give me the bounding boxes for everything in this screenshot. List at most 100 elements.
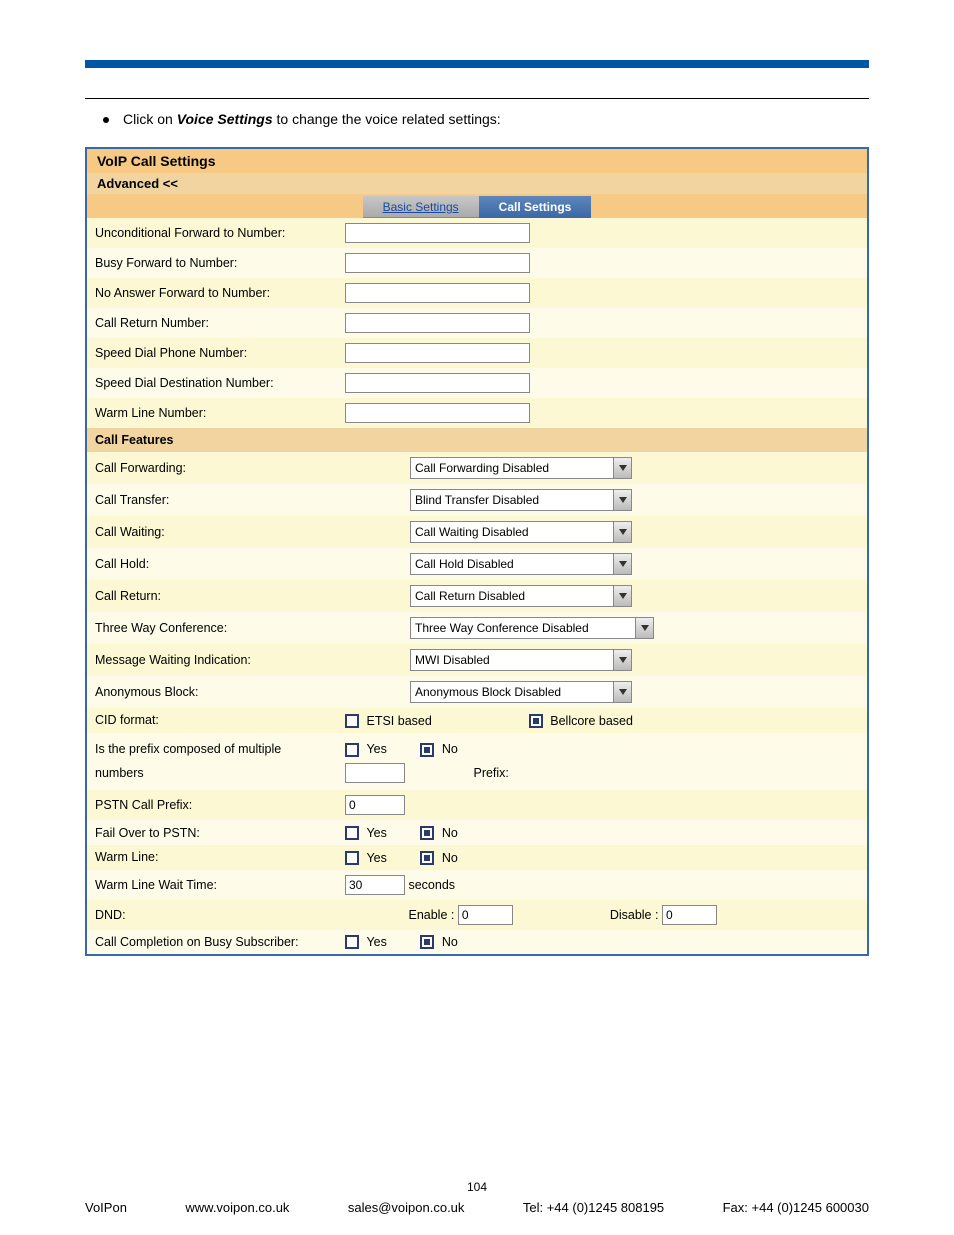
select-anonymous-block[interactable]: Anonymous Block Disabled [410,681,632,703]
voip-settings-panel: VoIP Call Settings Advanced << Basic Set… [85,147,869,956]
page-number: 104 [85,1180,869,1194]
label-call-transfer: Call Transfer: [87,484,337,516]
select-call-transfer-value: Blind Transfer Disabled [411,490,613,510]
input-speed-dial-dest[interactable] [345,373,530,393]
select-call-forwarding[interactable]: Call Forwarding Disabled [410,457,632,479]
radio-prefix-no-label: No [442,742,458,756]
chevron-down-icon [613,682,631,702]
label-call-return: Call Return: [87,580,337,612]
label-unconditional-forward: Unconditional Forward to Number: [87,218,337,248]
bullet-prefix: Click on [123,111,177,127]
radio-callcomp-no[interactable] [420,935,434,949]
tab-row: Basic SettingsCall Settings [87,194,867,218]
tab-call-settings[interactable]: Call Settings [479,196,592,218]
radio-cid-bellcore[interactable] [529,714,543,728]
footer-fax: Fax: +44 (0)1245 600030 [723,1200,869,1215]
radio-warm-no-label: No [442,851,458,865]
input-warm-line-number[interactable] [345,403,530,423]
label-speed-dial-dest: Speed Dial Destination Number: [87,368,337,398]
warm-time-unit: seconds [408,878,455,892]
top-divider [85,98,869,99]
input-busy-forward[interactable] [345,253,530,273]
radio-warm-yes-label: Yes [366,851,386,865]
radio-callcomp-yes-label: Yes [366,935,386,949]
label-speed-dial-phone: Speed Dial Phone Number: [87,338,337,368]
tab-basic-settings[interactable]: Basic Settings [363,196,479,218]
label-mwi: Message Waiting Indication: [87,644,337,676]
select-mwi-value: MWI Disabled [411,650,613,670]
label-failover-pstn: Fail Over to PSTN: [87,820,337,845]
radio-cid-bellcore-label: Bellcore based [550,714,633,728]
advanced-toggle[interactable]: Advanced << [87,173,867,194]
input-dnd-disable[interactable] [662,905,717,925]
label-call-waiting: Call Waiting: [87,516,337,548]
chevron-down-icon [613,490,631,510]
select-call-return[interactable]: Call Return Disabled [410,585,632,607]
chevron-down-icon [613,522,631,542]
panel-title: VoIP Call Settings [87,149,867,173]
bullet-suffix: to change the voice related settings: [277,111,501,127]
chevron-down-icon [613,586,631,606]
radio-failover-yes-label: Yes [366,826,386,840]
input-no-answer-forward[interactable] [345,283,530,303]
chevron-down-icon [613,650,631,670]
input-speed-dial-phone[interactable] [345,343,530,363]
radio-cid-etsi[interactable] [345,714,359,728]
label-warm-line-number: Warm Line Number: [87,398,337,428]
select-call-hold-value: Call Hold Disabled [411,554,613,574]
radio-callcomp-no-label: No [442,935,458,949]
radio-failover-no[interactable] [420,826,434,840]
label-call-hold: Call Hold: [87,548,337,580]
footer-voipon: VoIPon [85,1200,127,1215]
radio-cid-etsi-label: ETSI based [366,714,431,728]
radio-prefix-yes-label: Yes [366,742,386,756]
dnd-disable-label: Disable : [610,908,659,922]
label-busy-forward: Busy Forward to Number: [87,248,337,278]
label-anonymous-block: Anonymous Block: [87,676,337,708]
label-call-completion: Call Completion on Busy Subscriber: [87,930,337,955]
chevron-down-icon [613,458,631,478]
label-warm-time: Warm Line Wait Time: [87,870,337,900]
footer-email: sales@voipon.co.uk [348,1200,465,1215]
radio-warm-no[interactable] [420,851,434,865]
input-call-return-number[interactable] [345,313,530,333]
radio-prefix-no[interactable] [420,743,434,757]
chevron-down-icon [613,554,631,574]
settings-table: Unconditional Forward to Number: Busy Fo… [87,218,867,954]
dnd-enable-label: Enable : [408,908,454,922]
input-warm-time[interactable] [345,875,405,895]
select-call-transfer[interactable]: Blind Transfer Disabled [410,489,632,511]
select-three-way[interactable]: Three Way Conference Disabled [410,617,654,639]
select-call-return-value: Call Return Disabled [411,586,613,606]
select-mwi[interactable]: MWI Disabled [410,649,632,671]
select-three-way-value: Three Way Conference Disabled [411,618,635,638]
radio-warm-yes[interactable] [345,851,359,865]
input-unconditional-forward[interactable] [345,223,530,243]
radio-callcomp-yes[interactable] [345,935,359,949]
radio-failover-yes[interactable] [345,826,359,840]
label-three-way: Three Way Conference: [87,612,337,644]
select-anonymous-block-value: Anonymous Block Disabled [411,682,613,702]
header-bar [85,60,869,68]
footer-url: www.voipon.co.uk [185,1200,289,1215]
label-warm-line: Warm Line: [87,845,337,870]
prefix-caption: Prefix: [473,762,508,786]
select-call-waiting-value: Call Waiting Disabled [411,522,613,542]
select-call-waiting[interactable]: Call Waiting Disabled [410,521,632,543]
label-no-answer-forward: No Answer Forward to Number: [87,278,337,308]
label-pstn-prefix: PSTN Call Prefix: [87,790,337,820]
footer-tel: Tel: +44 (0)1245 808195 [523,1200,664,1215]
select-call-hold[interactable]: Call Hold Disabled [410,553,632,575]
bullet-emph: Voice Settings [177,111,273,127]
label-dnd: DND: [87,900,337,930]
radio-failover-no-label: No [442,826,458,840]
label-call-forwarding: Call Forwarding: [87,452,337,484]
label-call-return-number: Call Return Number: [87,308,337,338]
input-prefix-value[interactable] [345,763,405,783]
input-dnd-enable[interactable] [458,905,513,925]
input-pstn-prefix[interactable] [345,795,405,815]
label-cid-format: CID format: [87,708,337,733]
radio-prefix-yes[interactable] [345,743,359,757]
bullet-icon [103,117,109,123]
intro-bullet: Click on Voice Settings to change the vo… [85,111,869,127]
